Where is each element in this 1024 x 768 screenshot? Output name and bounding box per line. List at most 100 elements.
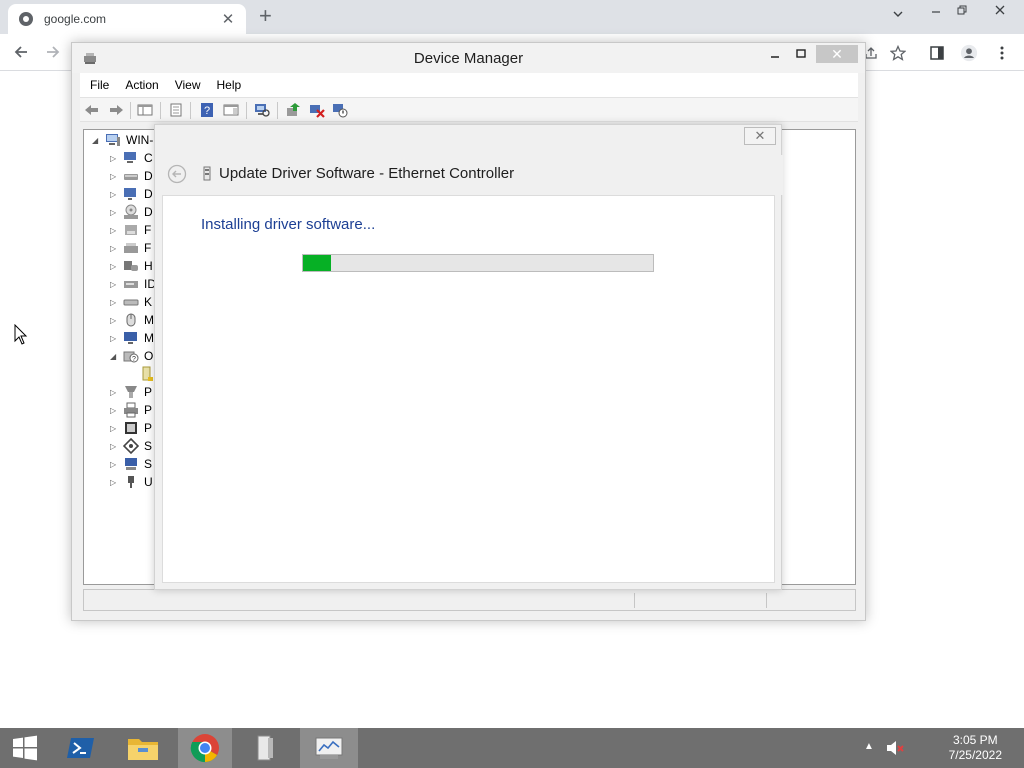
action-pane-icon[interactable] [223, 102, 239, 118]
computer-icon [105, 132, 121, 148]
taskbar-device-setup[interactable] [238, 728, 292, 768]
windows-logo-icon [13, 735, 37, 761]
disk-drive-icon [123, 168, 139, 184]
close-button[interactable]: ✕ [816, 45, 858, 63]
printer-icon [123, 402, 139, 418]
tree-item-processors[interactable]: ▷ P [110, 419, 152, 437]
menu-action[interactable]: Action [125, 78, 158, 92]
progress-fill [303, 255, 331, 271]
kebab-menu-icon[interactable] [993, 44, 1011, 62]
taskbar-chrome[interactable] [178, 728, 232, 768]
dialog-header: Update Driver Software - Ethernet Contro… [155, 155, 783, 195]
install-status-text: Installing driver software... [201, 216, 376, 233]
tree-item-ports[interactable]: ▷ P [110, 383, 152, 401]
dialog-body: Installing driver software... [162, 195, 775, 583]
update-driver-dialog: ✕ Update Driver Software - Ethernet Cont… [154, 124, 783, 590]
device-manager-taskbar-icon [315, 737, 343, 759]
tree-item-disk-drives[interactable]: ▷ D [110, 167, 153, 185]
help-icon[interactable]: ? [199, 102, 215, 118]
browser-tab-strip: google.com ✕ + [0, 0, 1024, 34]
taskbar: ▲ 3:05 PM 7/25/2022 [0, 728, 1024, 768]
tree-root-label: WIN- [126, 133, 154, 147]
processor-icon [123, 420, 139, 436]
tree-expanded-arrow-icon[interactable]: ◢ [110, 352, 120, 361]
tab-close-button[interactable]: ✕ [220, 10, 236, 28]
computer-icon [123, 150, 139, 166]
svg-text:?: ? [132, 356, 136, 363]
system-clock[interactable]: 3:05 PM 7/25/2022 [949, 733, 1002, 763]
forward-arrow-icon[interactable] [44, 43, 62, 64]
file-explorer-icon [128, 739, 158, 760]
show-hidden-icons-chevron[interactable]: ▲ [864, 741, 874, 752]
bookmark-star-icon[interactable] [889, 44, 907, 62]
speaker-muted-icon[interactable] [886, 740, 904, 759]
tree-item-usb-controllers[interactable]: ▷ U [110, 473, 153, 491]
menu-view[interactable]: View [175, 78, 201, 92]
port-icon [123, 384, 139, 400]
tree-expanded-arrow-icon[interactable]: ◢ [92, 136, 102, 145]
restore-icon[interactable] [956, 4, 968, 19]
mouse-cursor-icon [14, 323, 28, 349]
menu-help[interactable]: Help [217, 78, 242, 92]
powershell-icon [67, 738, 94, 758]
chevron-down-icon[interactable] [892, 8, 904, 23]
clock-time: 3:05 PM [952, 733, 998, 747]
tab-title: google.com [44, 12, 107, 26]
tree-item-print-queues[interactable]: ▷ P [110, 401, 152, 419]
menu-bar: File Action View Help [80, 73, 858, 97]
tree-item-floppy-drives[interactable]: ▷ F [110, 221, 151, 239]
device-manager-titlebar[interactable]: Device Manager ✕ [72, 43, 865, 73]
menu-file[interactable]: File [90, 78, 109, 92]
tree-item-dvd-drives[interactable]: ▷ D [110, 203, 153, 221]
show-hide-console-tree-icon[interactable] [137, 102, 153, 118]
properties-icon[interactable] [168, 102, 184, 118]
browser-tab[interactable]: google.com ✕ [8, 4, 246, 34]
update-driver-icon[interactable] [285, 102, 301, 118]
profile-avatar-icon[interactable] [960, 44, 978, 62]
minimize-icon[interactable] [930, 4, 942, 21]
tree-item-other-devices[interactable]: ◢ ? O [110, 347, 153, 365]
start-button[interactable] [0, 728, 50, 768]
uninstall-device-icon[interactable] [309, 102, 325, 118]
tree-item-computer[interactable]: ▷ C [110, 149, 153, 167]
tree-item-ide-controllers[interactable]: ▷ ID [110, 275, 156, 293]
disable-device-icon[interactable] [332, 102, 348, 118]
tree-item-monitors[interactable]: ▷ M [110, 329, 154, 347]
clock-date: 7/25/2022 [948, 748, 1002, 762]
tree-item-hid[interactable]: ▷ H [110, 257, 153, 275]
dialog-close-button[interactable]: ✕ [744, 127, 776, 145]
window-title: Device Manager [413, 50, 524, 67]
back-arrow-icon[interactable] [12, 43, 30, 64]
usb-icon [123, 474, 139, 490]
device-setup-icon [257, 735, 273, 761]
back-circle-icon[interactable] [167, 164, 187, 184]
scan-hardware-icon[interactable] [254, 102, 270, 118]
forward-icon[interactable] [108, 102, 124, 118]
hid-icon [123, 258, 139, 274]
floppy-controller-icon [123, 240, 139, 256]
floppy-icon [123, 222, 139, 238]
tree-item-display-adapters[interactable]: ▷ D [110, 185, 153, 203]
system-devices-icon [123, 456, 139, 472]
taskbar-file-explorer[interactable] [118, 728, 168, 768]
tree-item-keyboards[interactable]: ▷ K [110, 293, 152, 311]
tree-item-system-devices[interactable]: ▷ S [110, 455, 152, 473]
back-icon[interactable] [84, 102, 100, 118]
side-panel-icon[interactable] [928, 44, 946, 62]
close-icon[interactable] [993, 3, 1007, 20]
tree-item-mice[interactable]: ▷ M [110, 311, 154, 329]
dialog-title: Update Driver Software - Ethernet Contro… [219, 165, 515, 182]
software-device-icon [122, 437, 140, 455]
maximize-button[interactable] [788, 46, 814, 64]
status-bar [83, 589, 856, 611]
svg-text:?: ? [204, 105, 210, 117]
tree-item-floppy-controllers[interactable]: ▷ F [110, 239, 151, 257]
taskbar-device-manager[interactable] [300, 728, 358, 768]
minimize-button[interactable] [762, 46, 788, 64]
taskbar-powershell[interactable] [56, 728, 106, 768]
new-tab-button[interactable]: + [259, 5, 272, 27]
mouse-icon [123, 312, 139, 328]
tree-root[interactable]: ◢ WIN- [92, 131, 153, 149]
tree-item-software-devices[interactable]: ▷ S [110, 437, 152, 455]
monitor-icon [123, 330, 139, 346]
